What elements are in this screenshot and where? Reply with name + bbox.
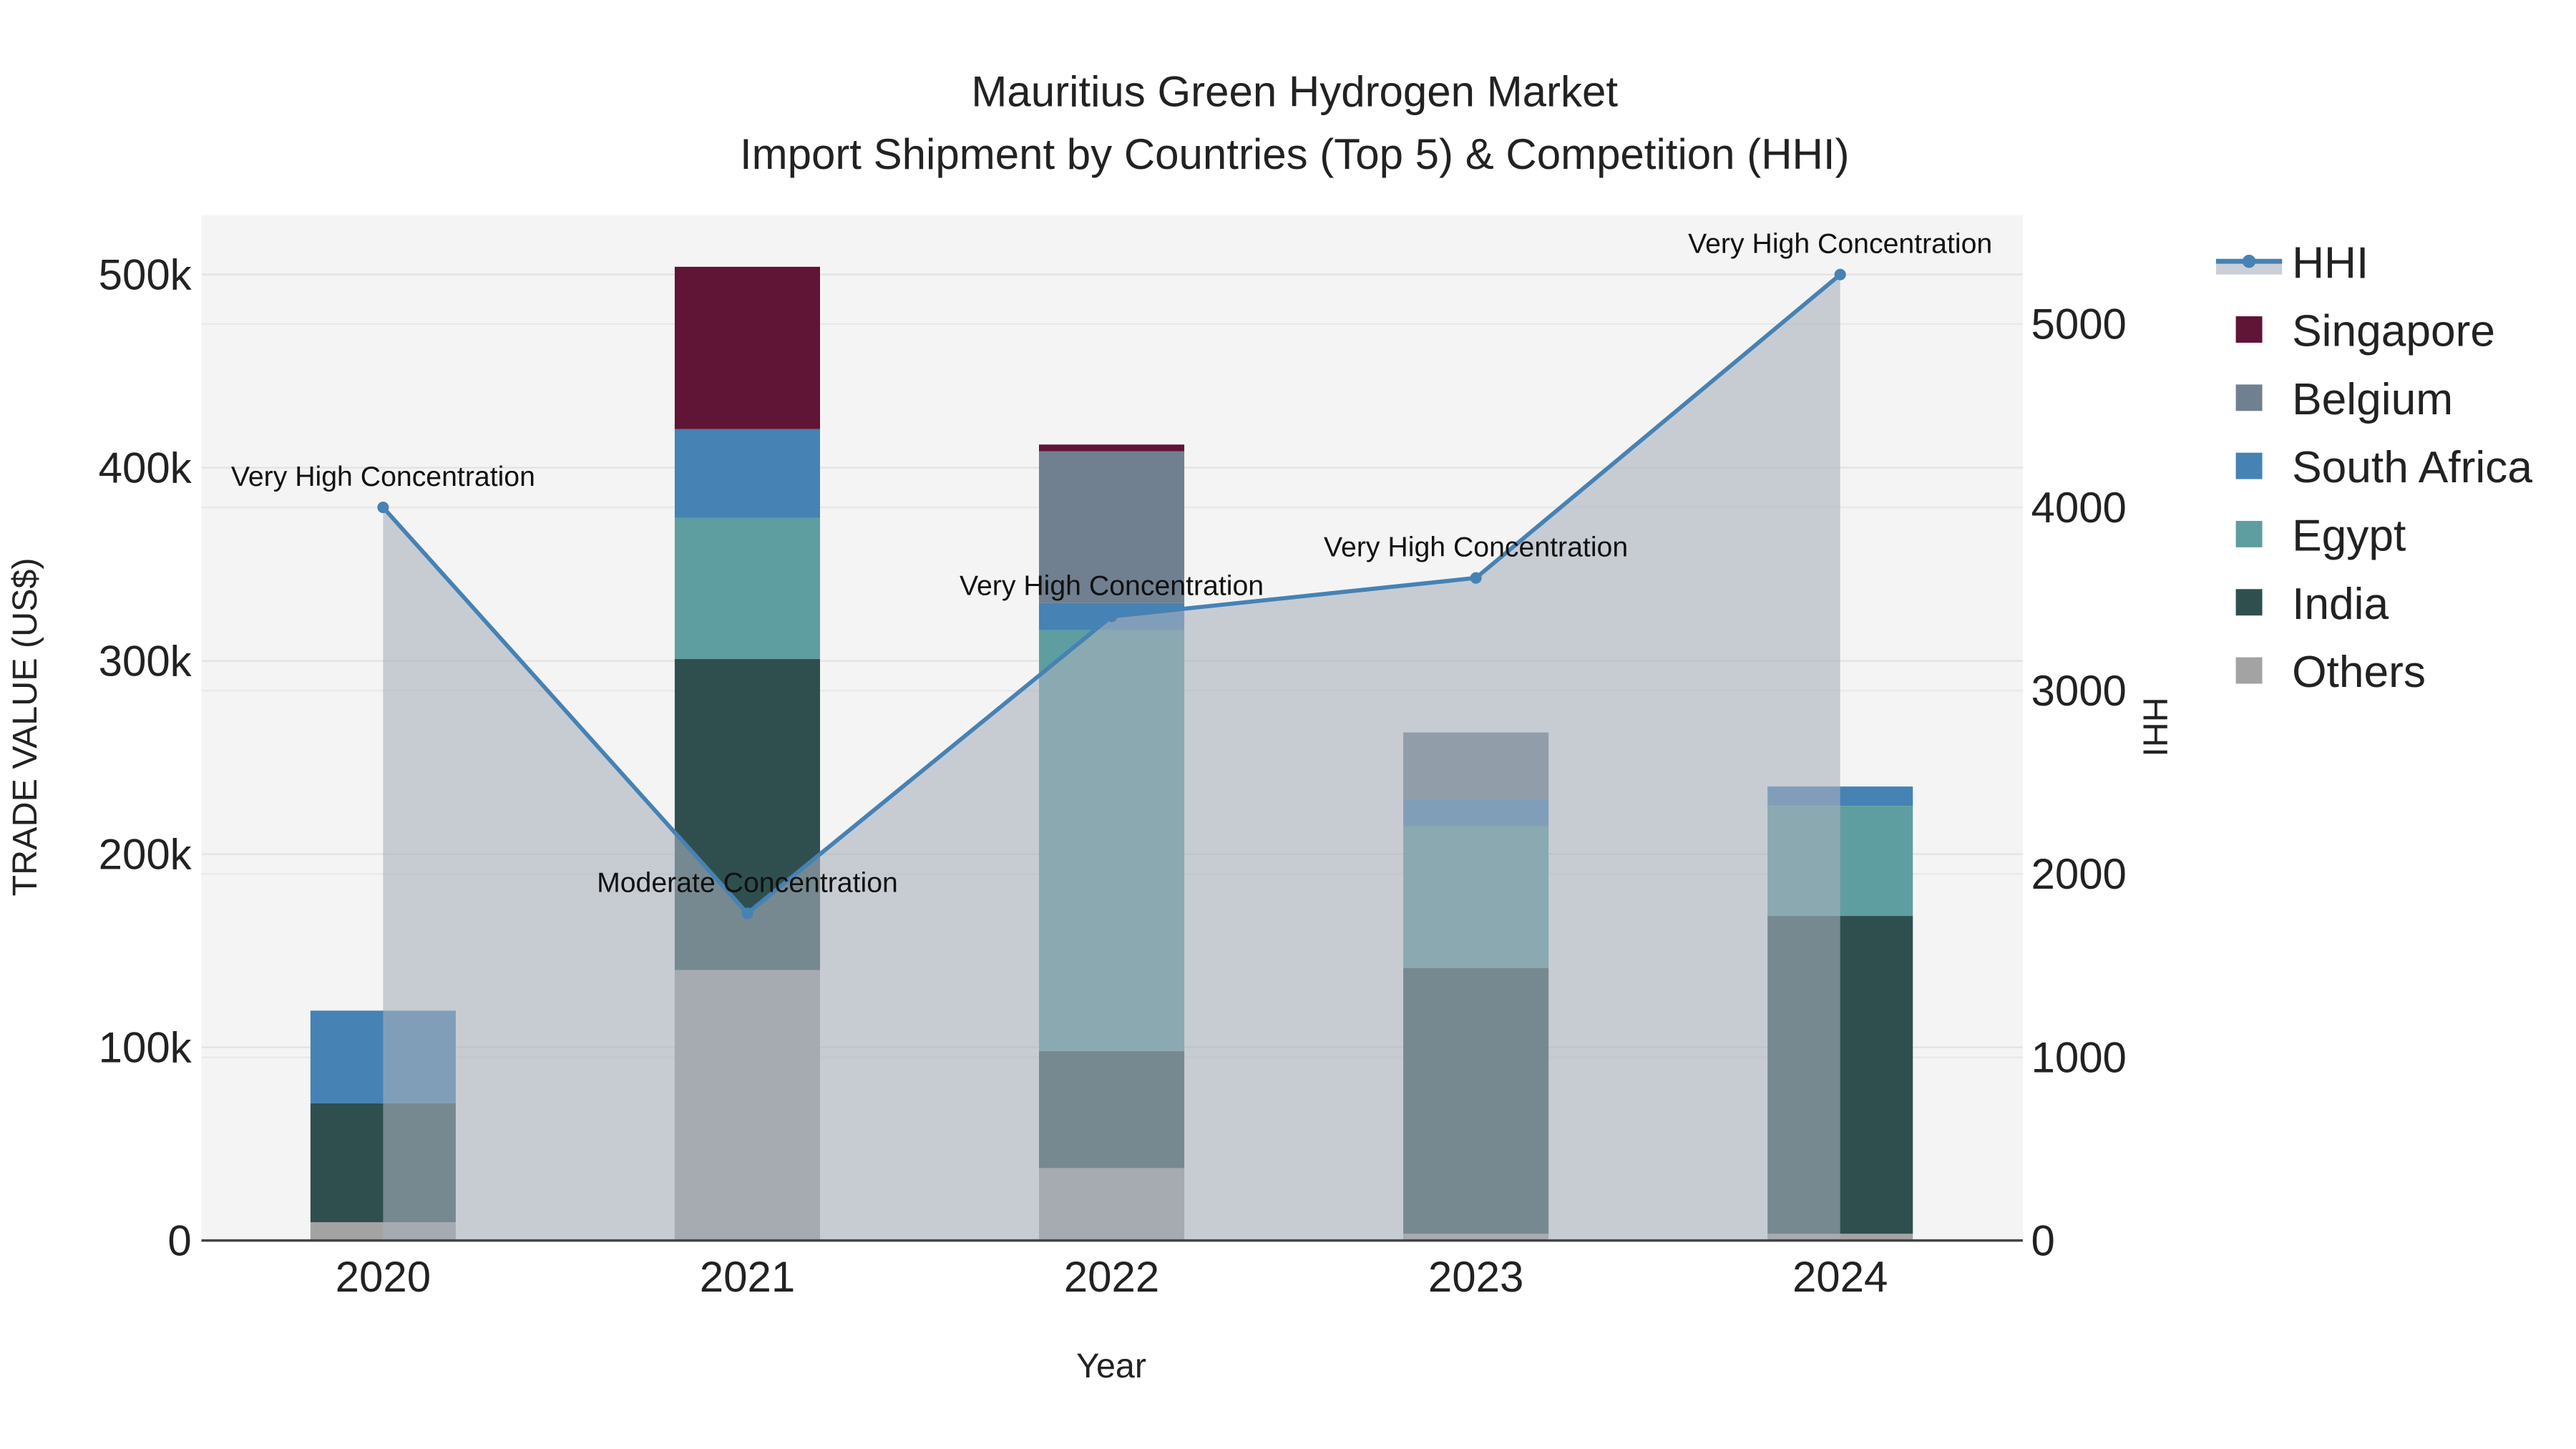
hhi-annotation: Very High Concentration — [960, 570, 1264, 601]
hhi-point — [1834, 268, 1846, 280]
legend-label: Others — [2292, 648, 2426, 697]
legend-swatch-india — [2235, 589, 2263, 616]
hhi-point — [1470, 572, 1482, 584]
hhi-annotation: Very High Concentration — [1324, 532, 1628, 563]
legend-swatch-egypt — [2235, 520, 2263, 547]
bar-south-africa — [674, 429, 820, 518]
y-tick-label: 300k — [99, 637, 192, 685]
x-axis-label: Year — [1076, 1347, 1146, 1385]
hhi-point — [377, 501, 389, 514]
legend-swatch-others — [2235, 657, 2263, 684]
y2-tick-label: 0 — [2031, 1216, 2054, 1264]
y2-tick-label: 1000 — [2031, 1033, 2126, 1081]
x-tick-label: 2020 — [336, 1253, 431, 1301]
y2-tick-label: 5000 — [2031, 301, 2126, 348]
hhi-annotation: Very High Concentration — [1688, 228, 1992, 260]
legend-label: Belgium — [2292, 375, 2453, 424]
y-tick-label: 500k — [99, 250, 192, 298]
y-tick-label: 400k — [99, 444, 192, 492]
x-tick-label: 2023 — [1428, 1253, 1523, 1301]
y-tick-label: 200k — [99, 830, 192, 878]
bar-singapore — [674, 266, 820, 429]
x-tick-label: 2024 — [1792, 1253, 1888, 1301]
legend-label: South Africa — [2292, 443, 2532, 492]
legend-swatch-hhi-marker — [2242, 254, 2256, 268]
bar-singapore — [1039, 444, 1185, 452]
y-tick-label: 100k — [99, 1023, 192, 1071]
chart: Mauritius Green Hydrogen Market Import S… — [6, 67, 2533, 1385]
y2-axis-label: HHI — [2135, 697, 2174, 756]
y2-tick-label: 4000 — [2031, 484, 2126, 532]
legend-label: HHI — [2292, 238, 2368, 288]
legend-swatch-singapore — [2235, 316, 2263, 343]
chart-title: Mauritius Green Hydrogen Market — [971, 67, 1618, 115]
y-axis-label: TRADE VALUE (US$) — [6, 557, 44, 896]
legend-label: Singapore — [2292, 307, 2495, 356]
x-tick-label: 2021 — [700, 1253, 795, 1301]
hhi-annotation: Very High Concentration — [231, 461, 535, 492]
legend-swatch-south-africa — [2235, 452, 2263, 479]
y2-tick-label: 2000 — [2031, 850, 2126, 898]
hhi-annotation: Moderate Concentration — [597, 867, 898, 898]
hhi-point — [741, 907, 753, 919]
bar-egypt — [674, 517, 820, 659]
x-tick-label: 2022 — [1064, 1253, 1159, 1301]
legend-swatch-belgium — [2235, 384, 2263, 411]
hhi-point — [1106, 610, 1118, 623]
chart-subtitle: Import Shipment by Countries (Top 5) & C… — [740, 130, 1850, 178]
legend-label: Egypt — [2292, 512, 2406, 561]
y2-tick-label: 3000 — [2031, 667, 2126, 715]
legend-label: India — [2292, 580, 2389, 629]
y-tick-label: 0 — [167, 1216, 191, 1264]
